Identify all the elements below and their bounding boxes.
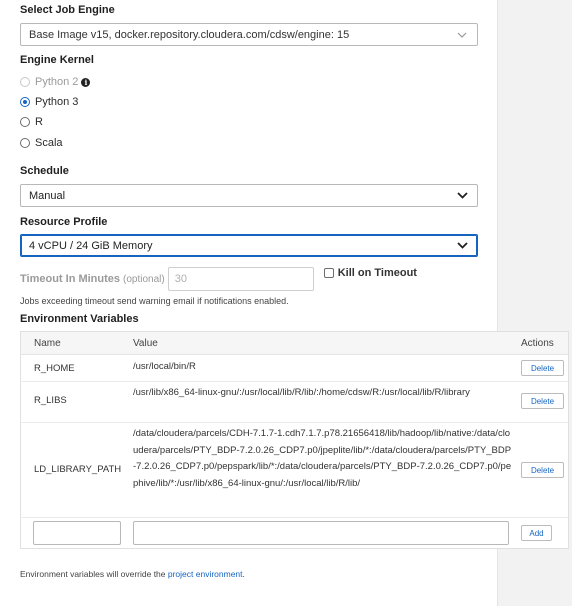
env-var-value: /usr/local/bin/R [133, 361, 196, 372]
env-var-name: LD_LIBRARY_PATH [34, 464, 122, 475]
table-header: Name Value Actions [21, 332, 568, 355]
chevron-down-icon [455, 239, 469, 253]
column-actions-header: Actions [521, 338, 554, 349]
radio-button[interactable] [20, 138, 30, 148]
footer-end: . [242, 569, 245, 579]
env-var-value: /data/cloudera/parcels/CDH-7.1.7-1.cdh7.… [133, 428, 512, 489]
column-value-header: Value [133, 338, 158, 349]
info-icon[interactable]: i [81, 77, 91, 87]
kill-on-timeout-label: Kill on Timeout [337, 267, 417, 279]
timeout-row: Timeout In Minutes (optional) 30 Kill on… [20, 267, 417, 291]
kernel-option-python2[interactable]: Python 2 i [20, 76, 91, 88]
table-row: LD_LIBRARY_PATH /data/cloudera/parcels/C… [21, 423, 568, 518]
schedule-label: Schedule [20, 165, 69, 177]
timeout-input[interactable]: 30 [167, 267, 314, 291]
resource-profile-value: 4 vCPU / 24 GiB Memory [29, 239, 153, 252]
timeout-hint: Jobs exceeding timeout send warning emai… [20, 296, 289, 306]
env-var-name: R_LIBS [34, 395, 67, 406]
job-engine-select[interactable]: Base Image v15, docker.repository.cloude… [20, 23, 478, 46]
delete-button[interactable]: Delete [521, 462, 564, 478]
kernel-option-python3[interactable]: Python 3 [20, 96, 78, 108]
new-env-value-input[interactable] [133, 521, 509, 545]
env-vars-label: Environment Variables [20, 313, 139, 325]
resource-profile-select[interactable]: 4 vCPU / 24 GiB Memory [20, 234, 478, 257]
kernel-option-r[interactable]: R [20, 116, 43, 128]
delete-button[interactable]: Delete [521, 360, 564, 376]
job-engine-label: Select Job Engine [20, 4, 115, 16]
job-engine-value: Base Image v15, docker.repository.cloude… [29, 28, 350, 41]
chevron-down-icon [455, 28, 469, 42]
kernel-option-label: Python 3 [35, 96, 79, 108]
delete-button[interactable]: Delete [521, 393, 564, 409]
checkbox[interactable] [323, 268, 334, 278]
engine-kernel-label: Engine Kernel [20, 54, 94, 66]
chevron-down-icon [455, 189, 469, 203]
new-env-name-input[interactable] [33, 521, 121, 545]
table-row: R_HOME /usr/local/bin/R Delete [21, 355, 568, 382]
env-vars-table: Name Value Actions R_HOME /usr/local/bin… [20, 331, 569, 549]
kernel-option-label: Python 2 [35, 76, 79, 88]
timeout-optional-label: (optional) [123, 273, 165, 285]
env-var-value: /usr/lib/x86_64-linux-gnu/:/usr/local/li… [133, 387, 470, 398]
kernel-option-label: Scala [35, 137, 63, 149]
schedule-value: Manual [29, 189, 66, 202]
column-name-header: Name [34, 338, 61, 349]
radio-button[interactable] [20, 117, 30, 127]
radio-button[interactable] [20, 97, 30, 107]
resource-profile-label: Resource Profile [20, 216, 108, 228]
table-row: R_LIBS /usr/lib/x86_64-linux-gnu/:/usr/l… [21, 382, 568, 423]
footer-text: Environment variables will override the [20, 569, 168, 579]
kernel-option-scala[interactable]: Scala [20, 137, 63, 149]
footer-note: Environment variables will override the … [20, 569, 245, 579]
timeout-label: Timeout In Minutes [20, 273, 121, 285]
schedule-select[interactable]: Manual [20, 184, 478, 207]
add-button[interactable]: Add [521, 525, 552, 541]
kill-on-timeout-checkbox[interactable]: Kill on Timeout [323, 261, 417, 285]
project-environment-link[interactable]: project environment [168, 569, 243, 579]
kernel-option-label: R [35, 116, 43, 128]
env-var-name: R_HOME [34, 363, 75, 374]
radio-button[interactable] [20, 77, 30, 87]
